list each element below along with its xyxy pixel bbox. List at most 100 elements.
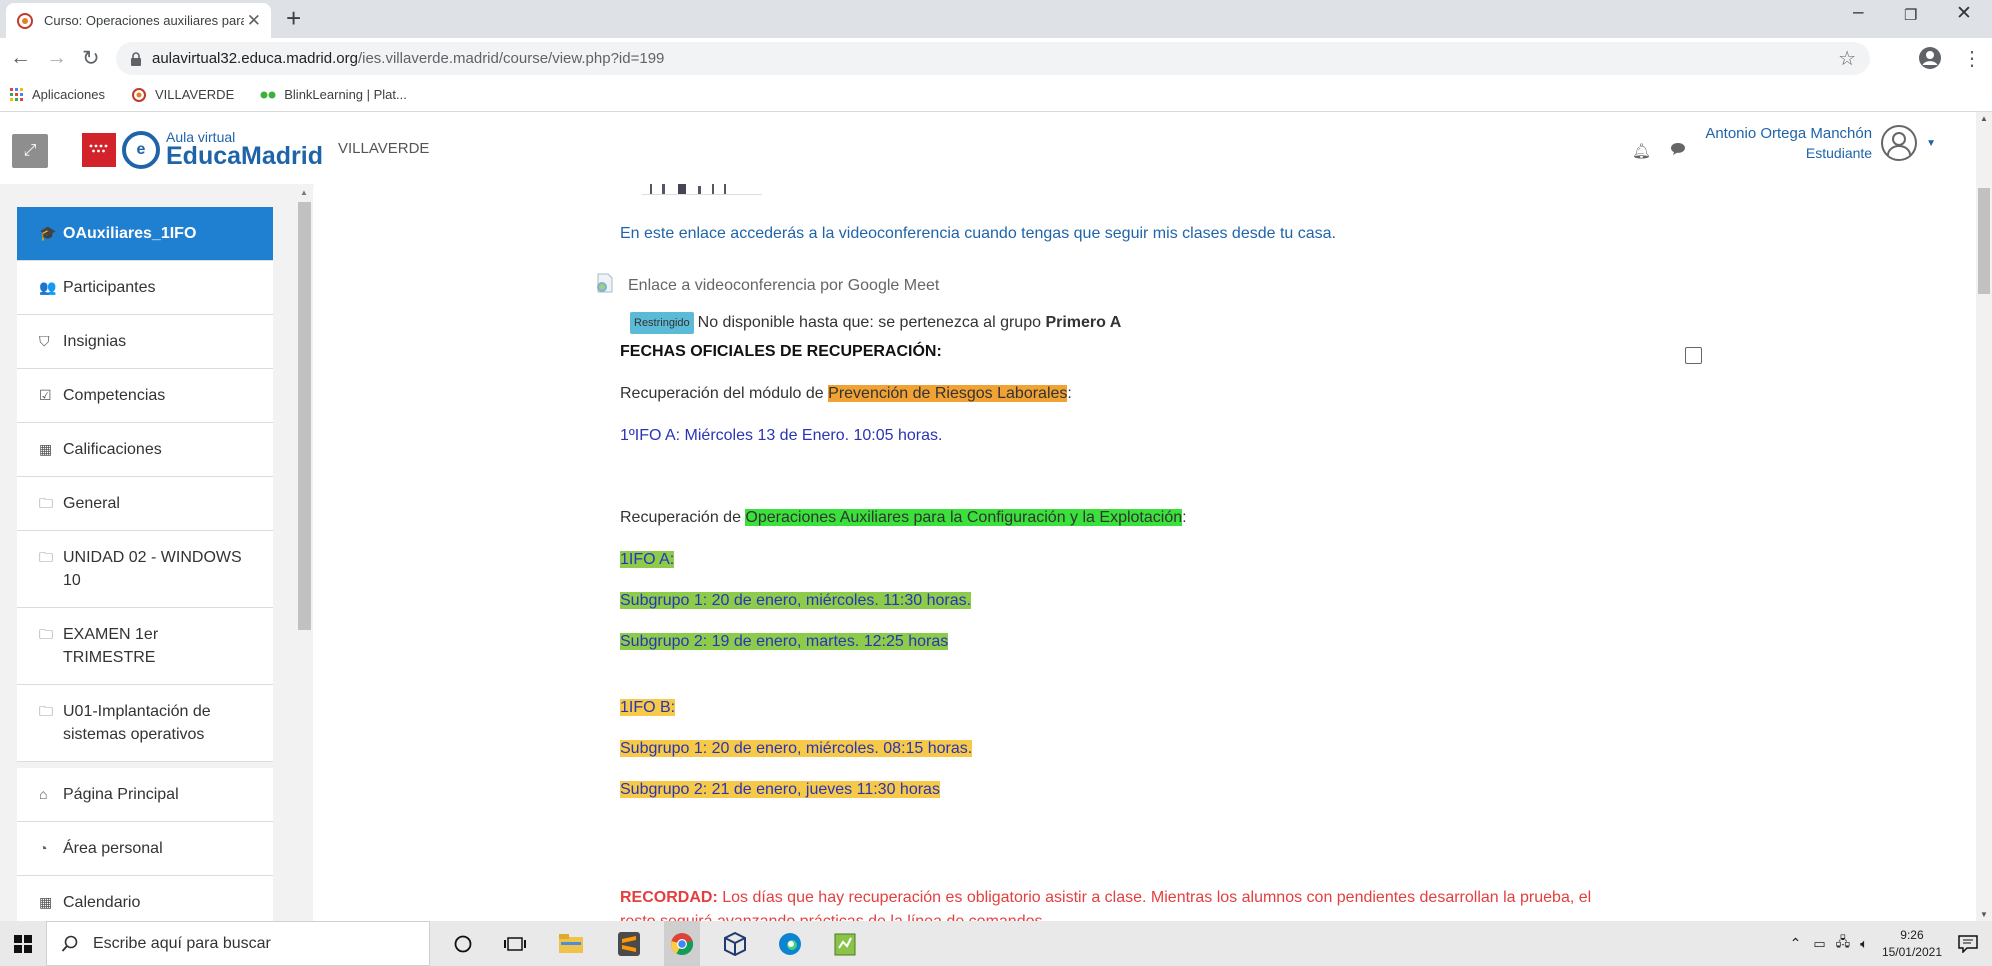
tray-overflow-icon[interactable]: ⌃ — [1790, 935, 1802, 952]
group-a-subgroup-1: Subgrupo 1: 20 de enero, miércoles. 11:3… — [620, 592, 972, 609]
minimize-icon[interactable]: – — [1853, 2, 1864, 24]
course-content: En este enlace accederás a la videoconfe… — [314, 184, 1976, 921]
task-view-icon[interactable] — [500, 929, 530, 959]
scrollbar-thumb[interactable] — [1978, 188, 1990, 294]
notepad-plus-plus-icon[interactable] — [830, 929, 860, 959]
nav-item-competencies[interactable]: ☑ Competencias — [17, 369, 273, 423]
avatar-icon — [1881, 125, 1918, 161]
caret-down-icon: ▼ — [1926, 137, 1936, 149]
scroll-down-icon[interactable]: ▼ — [1980, 910, 1988, 919]
recovery-heading: FECHAS OFICIALES DE RECUPERACIÓN: — [620, 343, 942, 360]
new-tab-button[interactable]: + — [286, 5, 301, 31]
madrid-flag-icon — [82, 132, 116, 167]
nav-item-u01[interactable]: 🗀 U01-Implantación de sistemas operativo… — [17, 685, 273, 762]
group-a-subgroup-2: Subgrupo 2: 19 de enero, martes. 12:25 h… — [620, 633, 949, 650]
nav-item-label: Calendario — [63, 894, 141, 911]
videoconference-intro: En este enlace accederás a la videoconfe… — [620, 225, 1336, 242]
nav-item-calendar[interactable]: ▦ Calendario — [17, 876, 273, 921]
taskbar-search-box[interactable]: Escribe aquí para buscar — [46, 921, 430, 966]
nav-item-badges[interactable]: ⛉ Insignias — [17, 315, 273, 369]
nav-item-label: Calificaciones — [63, 441, 162, 458]
virtualbox-icon[interactable] — [720, 929, 750, 959]
search-placeholder: Escribe aquí para buscar — [93, 934, 271, 952]
nav-item-dashboard[interactable]: ◔ Área personal — [17, 822, 273, 876]
nav-item-course[interactable]: 🎓 OAuxiliares_1IFO — [17, 207, 273, 261]
logo-title: EducaMadrid — [166, 142, 323, 170]
cortana-icon[interactable] — [448, 929, 478, 959]
file-explorer-icon[interactable] — [556, 929, 586, 959]
browser-toolbar: ← → ↻ aulavirtual32.educa.madrid.org/ies… — [0, 38, 1992, 78]
nav-item-label: General — [63, 495, 120, 512]
sublime-text-icon[interactable] — [614, 929, 644, 959]
nav-item-label: Participantes — [63, 279, 156, 296]
lock-icon — [131, 51, 141, 66]
chrome-icon[interactable] — [667, 929, 697, 959]
edge-icon[interactable] — [775, 929, 805, 959]
restriction-text: No disponible hasta que: se pertenezca a… — [697, 314, 1041, 332]
folder-icon: 🗀 — [39, 495, 53, 511]
group-a-label: 1IFO A: — [620, 551, 675, 568]
device-icon[interactable]: ▭ — [1813, 936, 1825, 952]
window-close-icon[interactable]: ✕ — [1956, 2, 1972, 25]
bookmark-label: BlinkLearning | Plat... — [284, 87, 407, 102]
blink-icon — [260, 91, 276, 98]
browser-tab[interactable]: Curso: Operaciones auxiliares para ✕ — [6, 3, 271, 38]
completion-checkbox[interactable] — [1685, 347, 1702, 364]
scroll-up-icon[interactable]: ▲ — [300, 188, 308, 197]
folder-icon: 🗀 — [39, 703, 53, 719]
notifications-center-icon[interactable] — [1958, 934, 1978, 953]
shield-icon: ⛉ — [39, 333, 50, 349]
nav-item-general[interactable]: 🗀 General — [17, 477, 273, 531]
address-bar[interactable]: aulavirtual32.educa.madrid.org/ies.villa… — [116, 42, 1870, 75]
volume-icon[interactable]: 🔈︎ — [1860, 936, 1868, 952]
folder-icon: 🗀 — [39, 626, 53, 642]
bookmark-item[interactable]: BlinkLearning | Plat... — [260, 87, 407, 102]
home-icon: ⌂ — [39, 786, 48, 802]
clock-date: 15/01/2021 — [1881, 944, 1942, 959]
page-scrollbar[interactable]: ▲ ▼ — [1976, 112, 1992, 921]
profile-icon[interactable] — [1918, 46, 1942, 70]
calendar-icon: ▦ — [39, 894, 53, 910]
restricted-badge: Restringido — [630, 312, 694, 334]
reminder-text: Los días que hay recuperación es obligat… — [722, 889, 1592, 906]
site-logo[interactable]: e Aula virtual EducaMadrid — [82, 130, 323, 169]
google-meet-link[interactable]: Enlace a videoconferencia por Google Mee… — [628, 276, 939, 296]
clock-time: 9:26 — [1900, 927, 1924, 942]
nav-item-examen[interactable]: 🗀 EXAMEN 1er TRIMESTRE — [17, 608, 273, 685]
network-icon[interactable]: 🖧 — [1836, 933, 1851, 955]
taskbar-clock[interactable]: 9:26 15/01/2021 — [1882, 927, 1942, 961]
nav-item-home[interactable]: ⌂ Página Principal — [17, 768, 273, 822]
restore-icon[interactable]: ❐ — [1904, 6, 1917, 24]
scrollbar-thumb[interactable] — [298, 202, 311, 630]
start-button[interactable] — [0, 921, 46, 966]
nav-item-participants[interactable]: 👥 Participantes — [17, 261, 273, 315]
nav-item-label: UNIDAD 02 - WINDOWS 10 — [63, 549, 242, 589]
user-menu[interactable]: Antonio Ortega Manchón Estudiante ▼ — [1705, 124, 1936, 162]
forward-arrow-icon[interactable]: → — [46, 46, 67, 70]
drawer-scrollbar[interactable]: ▲ — [297, 186, 313, 921]
restriction-group: Primero A — [1045, 314, 1122, 332]
graduation-cap-icon: 🎓 — [39, 225, 57, 241]
nav-drawer: 🎓 OAuxiliares_1IFO 👥 Participantes ⛉ Ins… — [0, 184, 300, 921]
search-icon — [61, 935, 78, 952]
back-arrow-icon[interactable]: ← — [10, 46, 31, 70]
users-icon: 👥 — [39, 279, 57, 295]
nav-item-unidad-02[interactable]: 🗀 UNIDAD 02 - WINDOWS 10 — [17, 531, 273, 608]
drawer-toggle-button[interactable]: ⤢ — [12, 134, 48, 168]
prl-date: 1ºIFO A: Miércoles 13 de Enero. 10:05 ho… — [620, 427, 943, 444]
reload-icon[interactable]: ↻ — [82, 46, 100, 71]
scroll-up-icon[interactable]: ▲ — [1980, 114, 1988, 123]
nav-item-grades[interactable]: ▦ Calificaciones — [17, 423, 273, 477]
tab-close-icon[interactable]: ✕ — [247, 11, 261, 31]
folder-icon: 🗀 — [39, 549, 53, 565]
system-tray: ⌃ ▭ 🖧 🔈︎ 9:26 15/01/2021 — [1790, 921, 1992, 966]
bookmark-star-icon[interactable]: ☆ — [1838, 46, 1856, 71]
oa-module-name: Operaciones Auxiliares para la Configura… — [745, 509, 1183, 526]
url-text: aulavirtual32.educa.madrid.org/ies.villa… — [152, 50, 665, 67]
site-name-link[interactable]: VILLAVERDE — [338, 140, 429, 157]
bookmark-item[interactable]: VILLAVERDE — [131, 87, 234, 103]
notifications-bell-icon[interactable]: 🔔︎ — [1632, 142, 1651, 160]
menu-kebab-icon[interactable]: ⋮ — [1962, 46, 1982, 71]
bookmark-item[interactable]: Aplicaciones — [10, 87, 105, 102]
messages-icon[interactable] — [1670, 142, 1686, 156]
